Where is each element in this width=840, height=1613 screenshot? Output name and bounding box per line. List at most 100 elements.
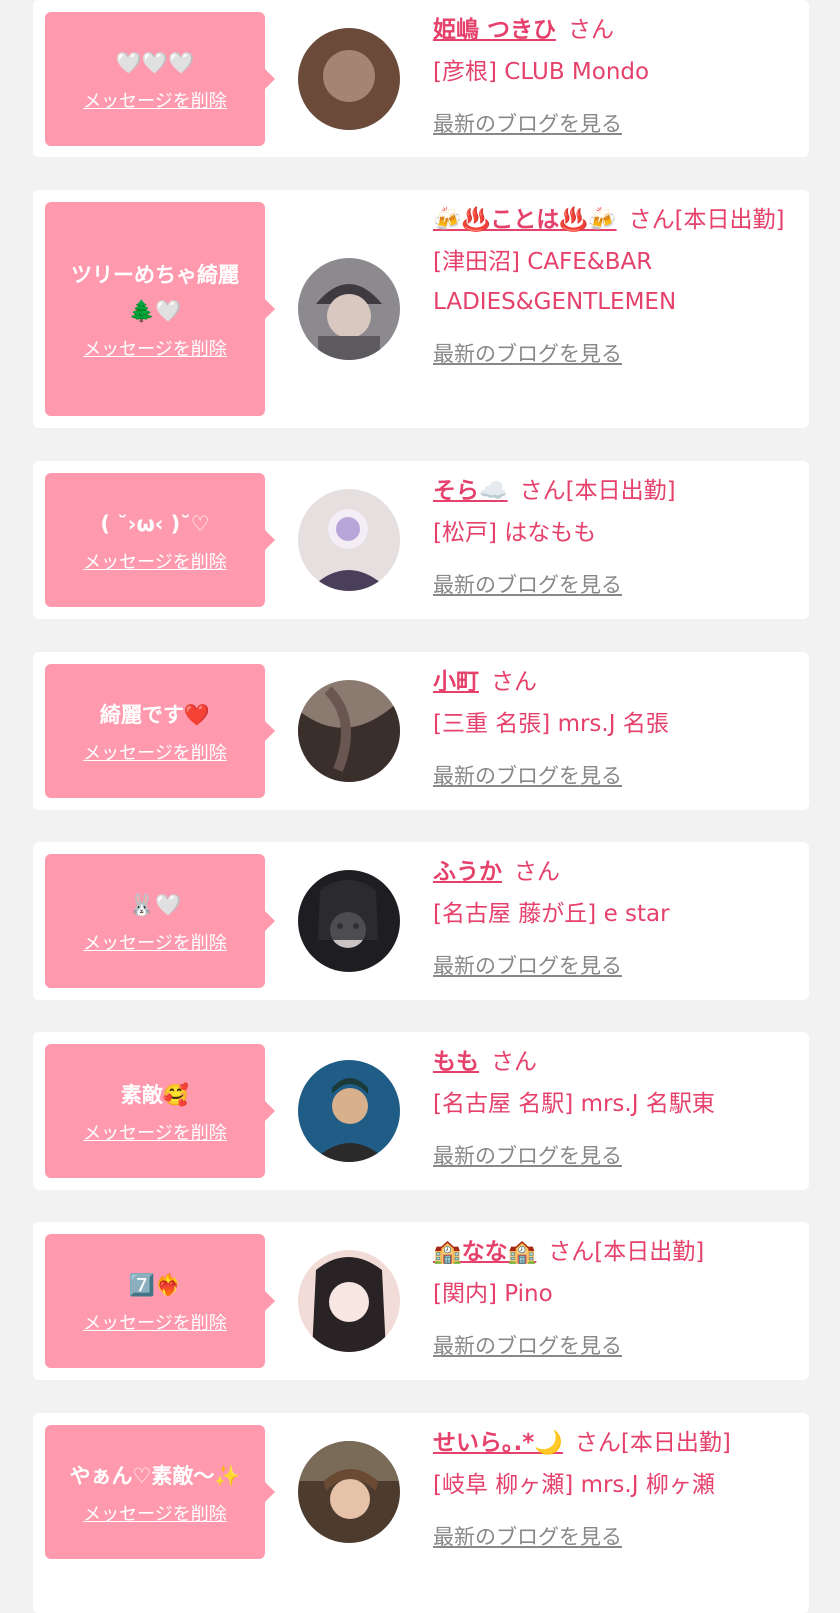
- latest-blog-link[interactable]: 最新のブログを見る: [433, 104, 622, 144]
- message-card: 🤍🤍🤍 メッセージを削除 姫嶋 つきひ さん [彦根] CLUB Mondo 最新…: [33, 0, 809, 157]
- name-line: 小町 さん: [433, 662, 801, 702]
- name-line: そら☁️ さん[本日出勤]: [433, 471, 801, 511]
- avatar-photo: [298, 1441, 400, 1543]
- message-text: ツリーめちゃ綺麗🌲🤍: [71, 263, 239, 323]
- cast-name-link[interactable]: もも: [433, 1049, 479, 1075]
- cast-info: 🏫なな🏫 さん[本日出勤] [関内] Pino 最新のブログを見る: [433, 1232, 801, 1366]
- message-text: 🤍🤍🤍: [115, 51, 195, 75]
- cast-name-link[interactable]: そら☁️: [433, 478, 508, 504]
- shop-name: [名古屋 藤が丘] e star: [433, 901, 670, 927]
- cast-info: そら☁️ さん[本日出勤] [松戸] はなもも 最新のブログを見る: [433, 471, 801, 605]
- avatar-photo: [298, 1250, 400, 1352]
- avatar-photo: [298, 870, 400, 972]
- name-line: ふうか さん: [433, 852, 801, 892]
- message-bubble: やぁん♡素敵〜✨ メッセージを削除: [45, 1425, 275, 1559]
- delete-message-link[interactable]: メッセージを削除: [83, 929, 227, 955]
- message-bubble: 7️⃣❤️‍🔥 メッセージを削除: [45, 1234, 275, 1368]
- delete-message-link[interactable]: メッセージを削除: [83, 87, 227, 113]
- cast-info: もも さん [名古屋 名駅] mrs.J 名駅東 最新のブログを見る: [433, 1042, 801, 1176]
- name-line: 🏫なな🏫 さん[本日出勤]: [433, 1232, 801, 1272]
- cast-info: 姫嶋 つきひ さん [彦根] CLUB Mondo 最新のブログを見る: [433, 10, 801, 144]
- latest-blog-link[interactable]: 最新のブログを見る: [433, 946, 622, 986]
- message-text: やぁん♡素敵〜✨: [69, 1464, 241, 1488]
- message-text: ( ˘›ω‹ )˘♡: [100, 512, 210, 536]
- message-card: 7️⃣❤️‍🔥 メッセージを削除 🏫なな🏫 さん[本日出勤] [関内] Pino …: [33, 1222, 809, 1380]
- honorific: さん: [491, 669, 537, 695]
- message-card: ( ˘›ω‹ )˘♡ メッセージを削除 そら☁️ さん[本日出勤] [松戸] はな…: [33, 461, 809, 619]
- cast-info: せいら｡.*🌙 さん[本日出勤] [岐阜 柳ヶ瀬] mrs.J 柳ヶ瀬 最新のブロ…: [433, 1423, 801, 1557]
- message-text: 🐰🤍: [128, 893, 182, 917]
- name-line: もも さん: [433, 1042, 801, 1082]
- shop-name: [名古屋 名駅] mrs.J 名駅東: [433, 1091, 715, 1117]
- message-card: やぁん♡素敵〜✨ メッセージを削除 せいら｡.*🌙 さん[本日出勤] [岐阜 柳ヶ…: [33, 1413, 809, 1613]
- avatar[interactable]: [298, 489, 400, 591]
- avatar[interactable]: [298, 870, 400, 972]
- cast-name-link[interactable]: 小町: [433, 669, 479, 695]
- honorific: さん: [574, 1430, 621, 1456]
- shop-name: [岐阜 柳ヶ瀬] mrs.J 柳ヶ瀬: [433, 1472, 715, 1498]
- shop-name: [関内] Pino: [433, 1281, 553, 1307]
- message-bubble: 素敵🥰 メッセージを削除: [45, 1044, 275, 1178]
- delete-message-link[interactable]: メッセージを削除: [83, 1309, 227, 1335]
- attendance-status: [本日出勤]: [620, 1430, 731, 1456]
- shop-name: [三重 名張] mrs.J 名張: [433, 711, 669, 737]
- attendance-status: [本日出勤]: [565, 478, 676, 504]
- avatar-photo: [298, 489, 400, 591]
- cast-info: 小町 さん [三重 名張] mrs.J 名張 最新のブログを見る: [433, 662, 801, 796]
- avatar-photo: [298, 1060, 400, 1162]
- cast-info: 🍻♨️ことは♨️🍻 さん[本日出勤] [津田沼] CAFE&BAR LADIES&…: [433, 200, 801, 374]
- latest-blog-link[interactable]: 最新のブログを見る: [433, 565, 622, 605]
- delete-message-link[interactable]: メッセージを削除: [83, 335, 227, 361]
- cast-name-link[interactable]: 🏫なな🏫: [433, 1239, 536, 1265]
- attendance-status: [本日出勤]: [674, 207, 785, 233]
- message-card: ツリーめちゃ綺麗🌲🤍 メッセージを削除 🍻♨️ことは♨️🍻 さん[本日出勤] [津…: [33, 190, 809, 428]
- cast-name-link[interactable]: 姫嶋 つきひ: [433, 17, 556, 43]
- name-line: 姫嶋 つきひ さん: [433, 10, 801, 50]
- attendance-status: [本日出勤]: [594, 1239, 705, 1265]
- avatar-photo: [298, 258, 400, 360]
- message-bubble: 綺麗です❤️ メッセージを削除: [45, 664, 275, 798]
- avatar[interactable]: [298, 1250, 400, 1352]
- shop-name: [彦根] CLUB Mondo: [433, 59, 650, 85]
- delete-message-link[interactable]: メッセージを削除: [83, 739, 227, 765]
- message-bubble: 🤍🤍🤍 メッセージを削除: [45, 12, 275, 146]
- latest-blog-link[interactable]: 最新のブログを見る: [433, 756, 622, 796]
- message-text: 7️⃣❤️‍🔥: [128, 1273, 182, 1297]
- message-bubble: ( ˘›ω‹ )˘♡ メッセージを削除: [45, 473, 275, 607]
- avatar-photo: [298, 28, 400, 130]
- latest-blog-link[interactable]: 最新のブログを見る: [433, 334, 622, 374]
- message-text: 素敵🥰: [120, 1083, 190, 1107]
- honorific: さん: [548, 1239, 595, 1265]
- cast-name-link[interactable]: 🍻♨️ことは♨️🍻: [433, 207, 617, 233]
- avatar-photo: [298, 680, 400, 782]
- honorific: さん: [491, 1049, 537, 1075]
- message-bubble: 🐰🤍 メッセージを削除: [45, 854, 275, 988]
- latest-blog-link[interactable]: 最新のブログを見る: [433, 1326, 622, 1366]
- message-bubble: ツリーめちゃ綺麗🌲🤍 メッセージを削除: [45, 202, 275, 416]
- cast-name-link[interactable]: ふうか: [433, 859, 502, 885]
- name-line: 🍻♨️ことは♨️🍻 さん[本日出勤]: [433, 200, 801, 240]
- delete-message-link[interactable]: メッセージを削除: [83, 1119, 227, 1145]
- delete-message-link[interactable]: メッセージを削除: [83, 548, 227, 574]
- message-card: 綺麗です❤️ メッセージを削除 小町 さん [三重 名張] mrs.J 名張 最新…: [33, 652, 809, 810]
- latest-blog-link[interactable]: 最新のブログを見る: [433, 1136, 622, 1176]
- cast-name-link[interactable]: せいら｡.*🌙: [433, 1430, 563, 1456]
- avatar[interactable]: [298, 1060, 400, 1162]
- message-text: 綺麗です❤️: [99, 703, 211, 727]
- latest-blog-link[interactable]: 最新のブログを見る: [433, 1517, 622, 1557]
- avatar[interactable]: [298, 1441, 400, 1543]
- avatar[interactable]: [298, 28, 400, 130]
- honorific: さん: [628, 207, 675, 233]
- message-card: 🐰🤍 メッセージを削除 ふうか さん [名古屋 藤が丘] e star 最新のブロ…: [33, 842, 809, 1000]
- cast-info: ふうか さん [名古屋 藤が丘] e star 最新のブログを見る: [433, 852, 801, 986]
- shop-name: [津田沼] CAFE&BAR LADIES&GENTLEMEN: [433, 249, 677, 315]
- name-line: せいら｡.*🌙 さん[本日出勤]: [433, 1423, 801, 1463]
- avatar[interactable]: [298, 680, 400, 782]
- delete-message-link[interactable]: メッセージを削除: [83, 1500, 227, 1526]
- honorific: さん: [514, 859, 560, 885]
- avatar[interactable]: [298, 258, 400, 360]
- shop-name: [松戸] はなもも: [433, 520, 597, 546]
- honorific: さん: [519, 478, 566, 504]
- message-card: 素敵🥰 メッセージを削除 もも さん [名古屋 名駅] mrs.J 名駅東 最新の…: [33, 1032, 809, 1190]
- honorific: さん: [568, 17, 615, 43]
